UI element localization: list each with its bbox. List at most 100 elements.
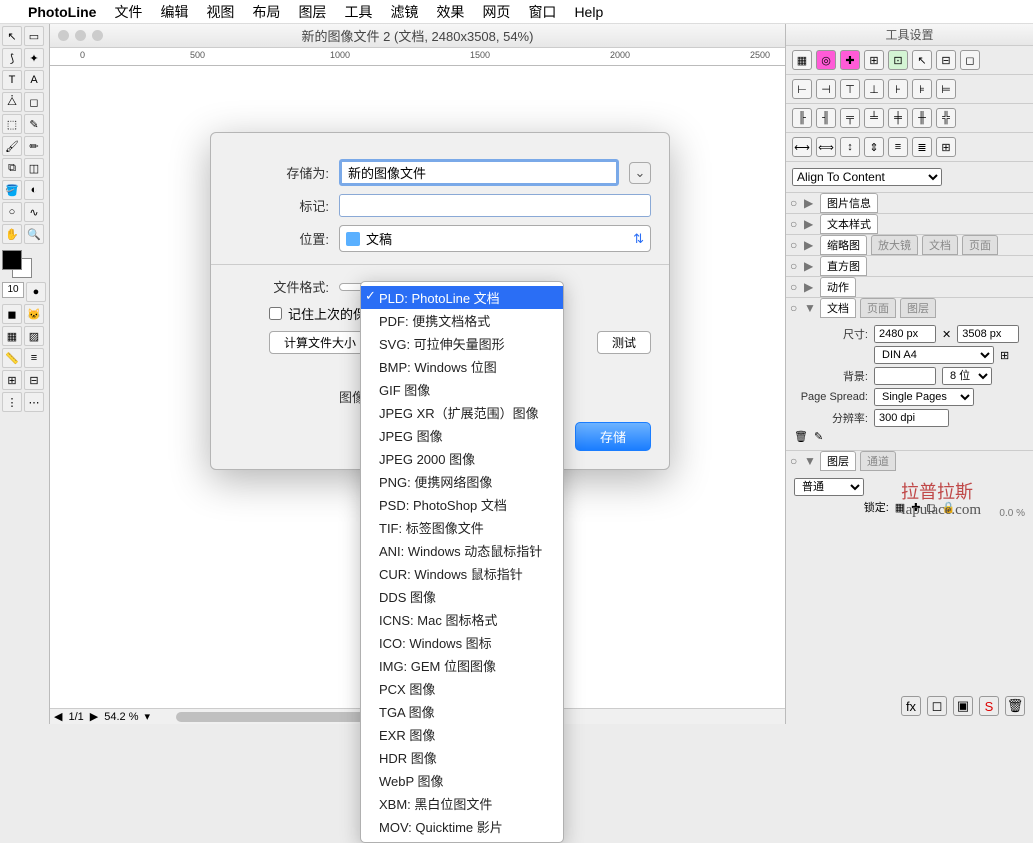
crop-tool-icon[interactable]: ⧊ — [2, 92, 22, 112]
opt-icon[interactable]: ▦ — [792, 50, 812, 70]
expand-dialog-icon[interactable]: ⌄ — [629, 162, 651, 184]
menu-layer[interactable]: 图层 — [298, 2, 326, 22]
align-to-select[interactable]: Align To Content — [792, 168, 942, 186]
menu-effect[interactable]: 效果 — [436, 2, 464, 22]
edit-icon[interactable]: ✎ — [814, 430, 823, 443]
text-tool-icon[interactable]: T — [2, 70, 22, 90]
format-option[interactable]: HDR 图像 — [361, 746, 563, 769]
format-option[interactable]: EXR 图像 — [361, 723, 563, 746]
format-option[interactable]: IMG: GEM 位图图像 — [361, 654, 563, 677]
measure-tool-icon[interactable]: 📏 — [2, 348, 22, 368]
section-histogram[interactable]: ○▶直方图 — [786, 256, 1033, 276]
save-button[interactable]: 存储 — [575, 422, 651, 451]
bits-select[interactable]: 8 位 — [942, 367, 992, 385]
dist-icon[interactable]: ╧ — [864, 108, 884, 128]
blend-select[interactable]: 普通 — [794, 478, 864, 496]
opt-icon[interactable]: ⊡ — [888, 50, 908, 70]
grid2-tool-icon[interactable]: ⊟ — [24, 370, 44, 390]
brush-preview-icon[interactable]: ● — [26, 282, 46, 302]
align-dist-icon[interactable]: ⊨ — [936, 79, 956, 99]
menu-tool[interactable]: 工具 — [344, 2, 372, 22]
format-option[interactable]: ICNS: Mac 图标格式 — [361, 608, 563, 631]
format-option[interactable]: PCX 图像 — [361, 677, 563, 700]
layer-fx-icon[interactable]: fx — [901, 696, 921, 716]
next-page-icon[interactable]: ▶ — [90, 710, 98, 723]
section-document[interactable]: ○▼ 文档 页面 图层 — [786, 298, 1033, 318]
dist-icon[interactable]: ╢ — [816, 108, 836, 128]
align-center-icon[interactable]: ⊣ — [816, 79, 836, 99]
opt-icon[interactable]: ⊟ — [936, 50, 956, 70]
zoom-dropdown-icon[interactable]: ▾ — [144, 710, 150, 723]
layer-delete-icon[interactable]: 🗑 — [1005, 696, 1025, 716]
opt-arrow-icon[interactable]: ↖ — [912, 50, 932, 70]
section-imageinfo[interactable]: ○▶图片信息 — [786, 193, 1033, 213]
blur-tool-icon[interactable]: ○ — [2, 202, 22, 222]
space-icon[interactable]: ⊞ — [936, 137, 956, 157]
opt-icon[interactable]: ◻ — [960, 50, 980, 70]
menu-filter[interactable]: 滤镜 — [390, 2, 418, 22]
opt-target-icon[interactable]: ◎ — [816, 50, 836, 70]
close-window-icon[interactable] — [58, 30, 69, 41]
brush-tool-icon[interactable]: 🖌 — [2, 136, 22, 156]
format-option[interactable]: MOV: Quicktime 影片 — [361, 815, 563, 838]
dots-tool-icon[interactable]: ⋮ — [2, 392, 22, 412]
menu-layout[interactable]: 布局 — [252, 2, 280, 22]
section-layers[interactable]: ○▼ 图层 通道 — [786, 451, 1033, 471]
format-option[interactable]: PNG: 便携网络图像 — [361, 470, 563, 493]
prev-page-icon[interactable]: ◀ — [54, 710, 62, 723]
width-input[interactable] — [874, 325, 936, 343]
hand-tool-icon[interactable]: ✋ — [2, 224, 22, 244]
eyedrop-tool-icon[interactable]: ✎ — [24, 114, 44, 134]
eraser-tool-icon[interactable]: ◫ — [24, 158, 44, 178]
pattern-tool-icon[interactable]: ▨ — [24, 326, 44, 346]
orient-icon[interactable]: ⊞ — [1000, 349, 1009, 362]
layer-new-icon[interactable]: ▣ — [953, 696, 973, 716]
type-tool-icon[interactable]: A — [24, 70, 44, 90]
format-option[interactable]: JPEG XR（扩展范围）图像 — [361, 401, 563, 424]
format-option[interactable]: CUR: Windows 鼠标指针 — [361, 562, 563, 585]
format-option[interactable]: JPEG 图像 — [361, 424, 563, 447]
move-tool-icon[interactable]: ↖ — [2, 26, 22, 46]
space-icon[interactable]: ⇕ — [864, 137, 884, 157]
opt-plus-icon[interactable]: ✚ — [840, 50, 860, 70]
hscroll-thumb[interactable] — [176, 712, 376, 722]
calc-size-button[interactable]: 计算文件大小 — [269, 331, 371, 354]
format-option[interactable]: TGA 图像 — [361, 700, 563, 723]
wand-tool-icon[interactable]: ✦ — [24, 48, 44, 68]
color-swatch[interactable] — [2, 250, 46, 280]
align-left-icon[interactable]: ⊢ — [792, 79, 812, 99]
space-icon[interactable]: ≡ — [888, 137, 908, 157]
more-tool-icon[interactable]: ⋯ — [24, 392, 44, 412]
page-indicator[interactable]: 1/1 — [68, 711, 83, 723]
cat-tool-icon[interactable]: 🐱 — [24, 304, 44, 324]
format-option[interactable]: PSD: PhotoShop 文档 — [361, 493, 563, 516]
dist-icon[interactable]: ╪ — [888, 108, 908, 128]
fg-color-icon[interactable] — [2, 250, 22, 270]
section-thumbnails[interactable]: ○▶ 缩略图 放大镜 文档 页面 — [786, 235, 1033, 255]
format-option[interactable]: XBM: 黑白位图文件 — [361, 792, 563, 815]
align-mid-icon[interactable]: ⊦ — [888, 79, 908, 99]
align-bot-icon[interactable]: ⊧ — [912, 79, 932, 99]
dpi-input[interactable] — [874, 409, 949, 427]
spread-select[interactable]: Single Pages — [874, 388, 974, 406]
menu-help[interactable]: Help — [574, 4, 603, 20]
smudge-tool-icon[interactable]: ∿ — [24, 202, 44, 222]
format-option[interactable]: PLD: PhotoLine 文档 — [361, 286, 563, 309]
dist-icon[interactable]: ╟ — [792, 108, 812, 128]
dist-icon[interactable]: ╤ — [840, 108, 860, 128]
format-option[interactable]: ICO: Windows 图标 — [361, 631, 563, 654]
space-icon[interactable]: ↕ — [840, 137, 860, 157]
clone-tool-icon[interactable]: ⧉ — [2, 158, 22, 178]
bg-color[interactable] — [874, 367, 936, 385]
menu-edit[interactable]: 编辑 — [160, 2, 188, 22]
fill-tool-icon[interactable]: 🪣 — [2, 180, 22, 200]
space-icon[interactable]: ≣ — [912, 137, 932, 157]
shape-tool-icon[interactable]: ◻ — [24, 92, 44, 112]
pencil-tool-icon[interactable]: ✏ — [24, 136, 44, 156]
lock-trans-icon[interactable]: ▦ — [895, 501, 905, 514]
lock-all-icon[interactable]: ◻ — [926, 501, 935, 514]
format-option[interactable]: ANI: Windows 动态鼠标指针 — [361, 539, 563, 562]
mask-tool-icon[interactable]: ◼ — [2, 304, 22, 324]
trash-icon[interactable]: 🗑 — [794, 430, 808, 443]
align-right-icon[interactable]: ⊤ — [840, 79, 860, 99]
